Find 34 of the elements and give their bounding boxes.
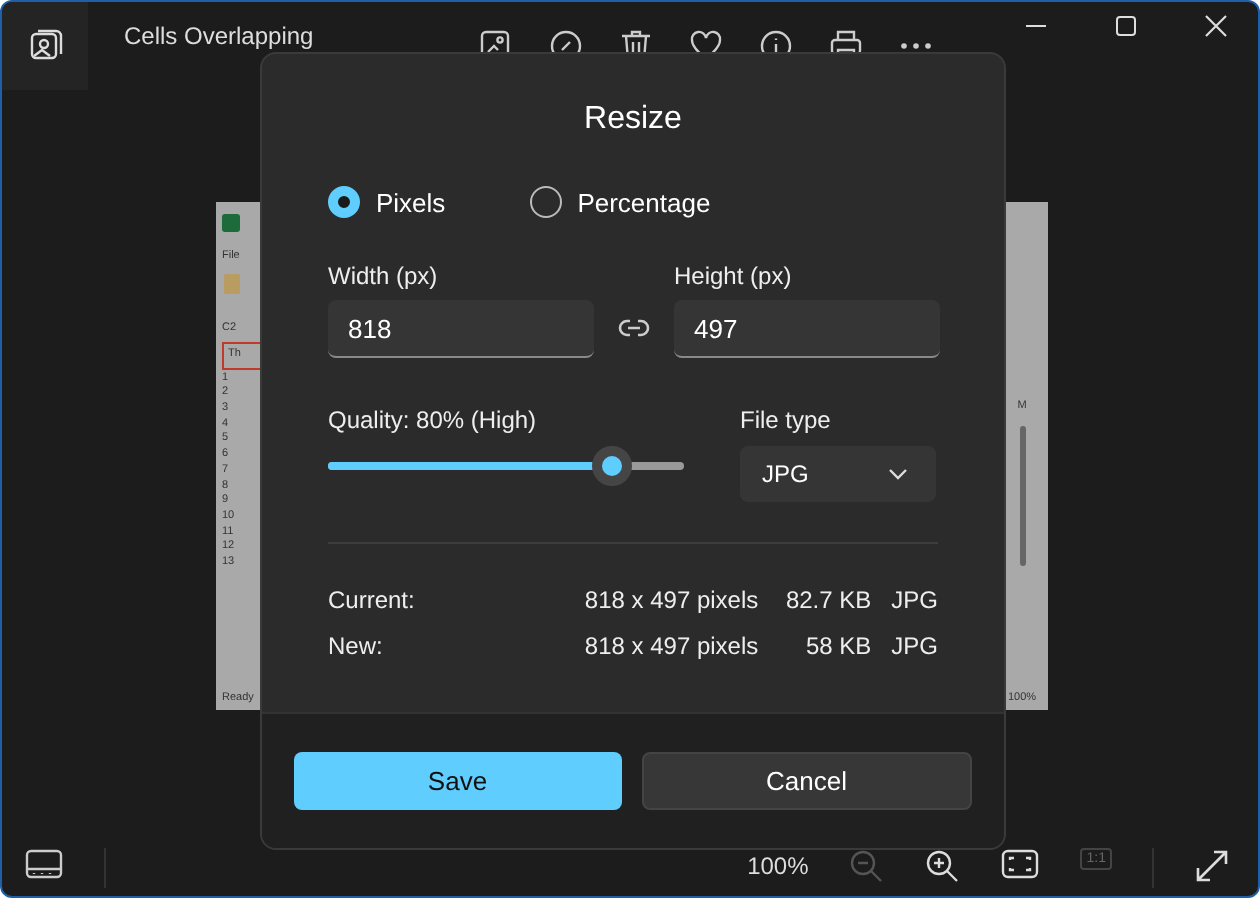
window-title: Cells Overlapping [124, 22, 316, 50]
photos-app-icon [27, 28, 63, 64]
field-label: File type [740, 406, 833, 434]
zoom-in-icon[interactable] [924, 848, 961, 884]
dialog-title: Resize [582, 102, 684, 138]
file-type-dropdown[interactable]: JPG [740, 446, 936, 502]
info-value: 818 x 497 pixels [584, 585, 761, 613]
info-value: JPG [891, 631, 938, 659]
info-label: Current: [328, 585, 417, 613]
quality-slider[interactable] [328, 446, 684, 486]
scrollbar [1019, 425, 1025, 565]
radio-option[interactable]: Percentage [529, 186, 711, 218]
maximize-icon[interactable] [1114, 14, 1138, 38]
width-field[interactable]: 818 [328, 300, 594, 358]
info-value: 82.7 KB [783, 585, 872, 613]
field-label: Height (px) [674, 262, 794, 290]
info-value: 58 KB [803, 631, 872, 659]
fit-to-window-icon[interactable] [1000, 848, 1041, 880]
save-button[interactable]: Save [294, 752, 621, 810]
height-field[interactable]: 497 [674, 300, 940, 358]
quality-label: Quality: 80% (High) [328, 406, 539, 434]
info-value: JPG [891, 585, 938, 613]
link-icon[interactable] [618, 318, 650, 338]
spreadsheet-app-icon [222, 214, 240, 232]
filmstrip-icon[interactable] [24, 848, 64, 880]
info-value: 818 x 497 pixels [584, 631, 761, 659]
cancel-button[interactable]: Cancel [641, 752, 972, 810]
chevron-down-icon [888, 468, 908, 480]
zoom-level: 100% [747, 852, 809, 880]
radio-option[interactable]: Pixels [328, 186, 446, 218]
close-icon[interactable] [1204, 14, 1228, 38]
info-label: New: [328, 631, 385, 659]
fullscreen-icon[interactable] [1194, 848, 1230, 884]
field-label: Width (px) [328, 262, 440, 290]
